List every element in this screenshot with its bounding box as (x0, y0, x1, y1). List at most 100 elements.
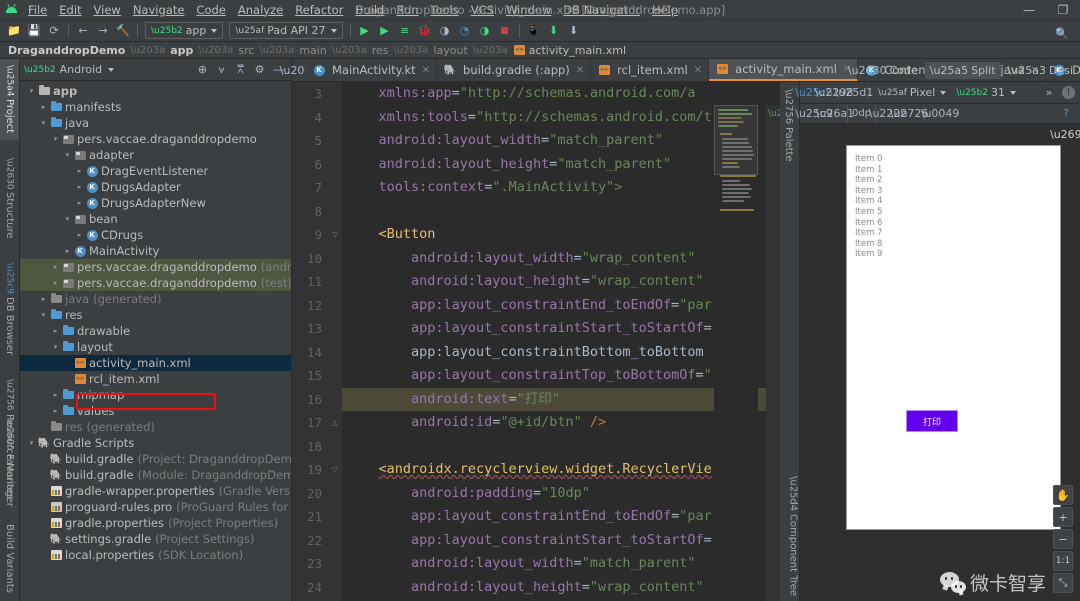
module-selector[interactable]: \u25b2 app (145, 22, 224, 39)
navigate-back-icon[interactable]: ← (73, 21, 93, 41)
editor-tab-activity-main-xml[interactable]: activity_main.xml✕ (709, 59, 859, 81)
tree-node-app[interactable]: ▾ app (20, 83, 291, 99)
sidebar-item-structure[interactable]: \u2630 Structure (0, 152, 19, 245)
wrench-icon[interactable]: \u2692 (1050, 128, 1080, 141)
tree-expander-icon[interactable]: ▸ (50, 327, 61, 335)
menu-edit[interactable]: Edit (53, 0, 87, 20)
tree-expander-icon[interactable]: ▸ (50, 391, 61, 399)
menu-build[interactable]: Build (349, 0, 390, 20)
tree-node-drugsadapter[interactable]: ▸ DrugsAdapter (20, 179, 291, 195)
tree-node-proguard-rules-pro[interactable]: proguard-rules.pro(ProGuard Rules for Dr… (20, 499, 291, 515)
tree-expander-icon[interactable]: ▸ (50, 279, 61, 287)
tree-expander-icon[interactable]: ▾ (38, 119, 49, 127)
palette-tab[interactable]: \u2756 Palette (783, 84, 794, 167)
magic-wand-icon[interactable]: \u2726 (890, 105, 929, 122)
help-icon[interactable]: ? (1057, 105, 1075, 122)
tree-node-local-properties[interactable]: local.properties (SDK Location) (20, 547, 291, 563)
tree-node-activity-main-xml[interactable]: activity_main.xml (20, 355, 291, 371)
code-folding-column[interactable]: ▽ △ ▽ (328, 82, 342, 601)
magnet-icon[interactable]: \u26a1 (816, 105, 854, 122)
preview-list-item[interactable]: Item 7 (855, 228, 882, 239)
tree-node-pers-vaccae-draganddropdemo[interactable]: ▸ pers.vaccae.draganddropdemo(androidTest… (20, 259, 291, 275)
tree-expander-icon[interactable]: ▾ (38, 311, 49, 319)
gear-icon[interactable]: ⚙ (251, 61, 268, 78)
design-canvas[interactable]: \u2692 Item 0Item 1Item 2Item 3Item 4Ite… (800, 124, 1080, 601)
breadcrumb-project[interactable]: DraganddropDemo (8, 44, 125, 57)
tree-expander-icon[interactable]: ▾ (62, 151, 73, 159)
menu-run[interactable]: Run (390, 0, 424, 20)
code-fold-icon[interactable]: ▽ (331, 466, 339, 474)
avd-manager-button[interactable]: 📱 (524, 21, 544, 41)
menu-refactor[interactable]: Refactor (289, 0, 349, 20)
zoom-in-button[interactable]: + (1053, 507, 1073, 527)
tree-node-settings-gradle[interactable]: 🐘 settings.gradle (Project Settings) (20, 531, 291, 547)
preview-list-item[interactable]: Item 3 (855, 186, 882, 197)
zoom-to-fit-button[interactable]: ⤡ (1053, 573, 1073, 593)
project-tree[interactable]: ▾ app ▸ manifests ▾ java ▾ pers.vaccae.dragandd… (20, 81, 291, 599)
tree-node-gradle-properties[interactable]: gradle.properties (Project Properties) (20, 515, 291, 531)
breadcrumb-res[interactable]: res (372, 44, 389, 57)
breadcrumb-layout[interactable]: layout (433, 44, 467, 57)
tree-expander-icon[interactable]: ▸ (38, 103, 49, 111)
tree-node-res[interactable]: res (generated) (20, 419, 291, 435)
device-preview-selector[interactable]: \u25af Pixel (874, 86, 950, 99)
breadcrumb-app[interactable]: app (170, 44, 193, 57)
code-minimap[interactable] (714, 105, 758, 601)
tree-expander-icon[interactable]: ▾ (50, 343, 61, 351)
menu-window[interactable]: Window (500, 0, 557, 20)
tree-expander-icon[interactable]: ▾ (50, 135, 61, 143)
navigate-forward-icon[interactable]: → (93, 21, 113, 41)
sidebar-item-db-browser[interactable]: \u25c9 DB Browser (0, 257, 19, 361)
debug-button[interactable]: 🐞 (415, 21, 435, 41)
run-with-coverage-button[interactable]: ▶ (375, 21, 395, 41)
editor-tab-rcl-item-xml[interactable]: rcl_item.xml ✕ (591, 59, 710, 81)
sidebar-item-project[interactable]: \u25a4 Project (0, 59, 19, 140)
tree-expander-icon[interactable]: ▸ (50, 263, 61, 271)
editor-tab-build-gradle-app-[interactable]: 🐘 build.gradle (:app) ✕ (437, 59, 592, 81)
tree-node-drawable[interactable]: ▸ drawable (20, 323, 291, 339)
api-level-selector[interactable]: \u25b2 31 (952, 86, 1020, 99)
zoom-actual-size-button[interactable]: 1:1 (1053, 551, 1073, 571)
tree-node-drugsadapternew[interactable]: ▸ DrugsAdapterNew (20, 195, 291, 211)
tree-expander-icon[interactable]: ▸ (74, 231, 85, 239)
sync-project-icon[interactable]: ⟳ (44, 21, 64, 41)
code-editor-pane[interactable]: 3 4 5 6 7 8 9 10 11 12 13 14 15 16 17 18 19 20 21 22 23 24 ▽ △… (292, 82, 780, 601)
tree-expander-icon[interactable]: ▸ (38, 295, 49, 303)
zoom-out-button[interactable]: − (1053, 529, 1073, 549)
view-mode-design[interactable]: \u25a3 Desi (1003, 62, 1078, 79)
tree-node-res[interactable]: ▾ res (20, 307, 291, 323)
tree-expander-icon[interactable]: ▸ (74, 167, 85, 175)
tree-node-build-gradle[interactable]: 🐘build.gradle(Module: DraganddropDemo.ap… (20, 467, 291, 483)
preview-list-item[interactable]: Item 9 (855, 249, 882, 260)
build-project-icon[interactable]: 🔨 (113, 21, 133, 41)
breadcrumb-main[interactable]: main (299, 44, 326, 57)
tree-expander-icon[interactable]: ▾ (62, 215, 73, 223)
close-icon[interactable]: ✕ (576, 65, 584, 76)
breadcrumb-src[interactable]: src (238, 44, 254, 57)
collapse-all-icon[interactable]: ⩞ (232, 61, 249, 78)
tree-node-mainactivity[interactable]: ▸ MainActivity (20, 243, 291, 259)
maximize-button[interactable]: ❐ (1046, 0, 1080, 20)
view-mode-split[interactable]: \u25a5 Split (924, 61, 1001, 79)
breadcrumb-file[interactable]: activity_main.xml (529, 44, 626, 57)
tree-node-values[interactable]: ▸ values (20, 403, 291, 419)
tree-node-java[interactable]: ▸ java (generated) (20, 291, 291, 307)
tree-expander-icon[interactable]: ▸ (62, 247, 73, 255)
select-opened-file-icon[interactable]: ⊕ (194, 61, 211, 78)
tree-node-pers-vaccae-draganddropdemo[interactable]: ▾ pers.vaccae.draganddropdemo (20, 131, 291, 147)
tree-node-mipmap[interactable]: ▸ mipmap (20, 387, 291, 403)
menu-analyze[interactable]: Analyze (232, 0, 289, 20)
preview-list-item[interactable]: Item 8 (855, 239, 882, 250)
tree-node-drageventlistener[interactable]: ▸ DragEventListener (20, 163, 291, 179)
menu-code[interactable]: Code (190, 0, 231, 20)
issues-icon[interactable]: ! (1062, 86, 1075, 99)
orientation-icon[interactable]: \u25d1 (835, 84, 874, 101)
tree-node-adapter[interactable]: ▾ adapter (20, 147, 291, 163)
tree-node-layout[interactable]: ▾ layout (20, 339, 291, 355)
menu-file[interactable]: File (22, 0, 53, 20)
minimize-button[interactable]: — (1012, 0, 1046, 20)
view-mode-code[interactable]: \u2630 Code (843, 62, 923, 79)
tree-node-build-gradle[interactable]: 🐘 build.gradle (Project: DraganddropDemo) (20, 451, 291, 467)
tree-expander-icon[interactable]: ▸ (74, 199, 85, 207)
expand-all-icon[interactable]: ⩝ (213, 61, 230, 78)
